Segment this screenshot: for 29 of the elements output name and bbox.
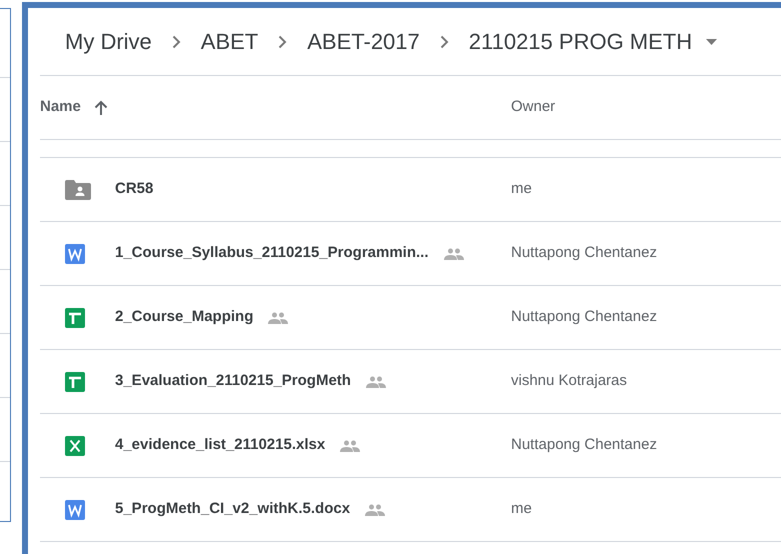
sort-arrow-icon[interactable] xyxy=(94,100,108,116)
chevron-icon xyxy=(172,34,181,48)
document-icon xyxy=(65,500,85,520)
spreadsheet-icon xyxy=(65,372,85,392)
owner-name: Nuttapong Chentanez xyxy=(511,435,657,456)
owner-name: Nuttapong Chentanez xyxy=(511,243,657,264)
file-name[interactable]: 2_Course_Mapping xyxy=(115,306,254,329)
spreadsheet-icon xyxy=(65,436,85,456)
file-name[interactable]: 3_Evaluation_2110215_ProgMeth xyxy=(115,370,351,393)
spreadsheet-icon xyxy=(65,308,85,328)
chevron-icon xyxy=(278,34,288,48)
file-name[interactable]: 4_evidence_list_2110215.xlsx xyxy=(115,434,326,457)
chevron-icon xyxy=(440,34,449,48)
file-name[interactable]: 1_Course_Syllabus_2110215_Programmin... xyxy=(115,242,429,265)
file-name[interactable]: 5_ProgMeth_CI_v2_withK.5.docx xyxy=(115,498,350,521)
folder-icon xyxy=(65,180,91,200)
breadcrumb-item[interactable]: ABET xyxy=(200,25,258,58)
breadcrumb-item[interactable]: ABET-2017 xyxy=(307,25,420,58)
dropdown-caret-icon xyxy=(706,38,718,44)
column-header[interactable]: Name xyxy=(40,96,81,119)
owner-name: me xyxy=(511,179,532,200)
owner-name: vishnu Kotrajaras xyxy=(511,371,627,392)
breadcrumb-item[interactable]: My Drive xyxy=(65,25,152,58)
owner-name: me xyxy=(511,499,532,520)
file-name[interactable]: CR58 xyxy=(115,178,154,201)
owner-name: Nuttapong Chentanez xyxy=(511,307,657,328)
column-header[interactable]: Owner xyxy=(511,96,556,119)
breadcrumb-item[interactable]: 2110215 PROG METH xyxy=(468,25,718,58)
document-icon xyxy=(65,244,85,264)
